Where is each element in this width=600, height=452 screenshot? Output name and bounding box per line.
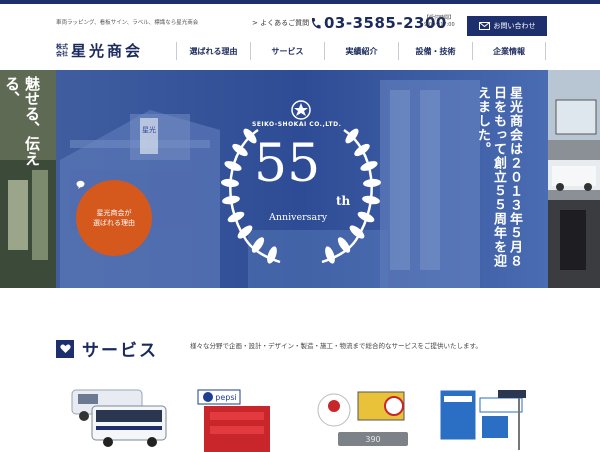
main-nav: 選ばれる理由 サービス 実績紹介 設備・技術 企業情報 bbox=[176, 42, 546, 60]
phone-icon bbox=[311, 17, 321, 28]
anniversary-label: Anniversary bbox=[269, 212, 328, 223]
nav-item-works[interactable]: 実績紹介 bbox=[324, 42, 398, 60]
nav-item-facilities[interactable]: 設備・技術 bbox=[398, 42, 472, 60]
plate-number: 390 bbox=[365, 435, 380, 444]
site-logo[interactable]: 株式会社 星光商会 bbox=[56, 40, 143, 61]
faq-link[interactable]: > よくあるご質問 bbox=[252, 18, 309, 28]
contact-button-label: お問い合わせ bbox=[493, 22, 536, 30]
hero-banner: 星光 魅せる、伝える、 SEIKO-SHOKAI CO.,LTD. 55 th … bbox=[0, 70, 600, 288]
signboard-image[interactable]: pepsi bbox=[197, 389, 270, 452]
service-heart-icon bbox=[56, 339, 74, 358]
logo-company-name: 星光商会 bbox=[71, 42, 144, 60]
contact-button[interactable]: お問い合わせ bbox=[467, 16, 547, 36]
service-description: 様々な分野で企画・設計・デザイン・製造・施工・物流まで総合的なサービスをご提供い… bbox=[190, 342, 482, 350]
nav-item-company[interactable]: 企業情報 bbox=[472, 42, 546, 60]
anniversary-announcement: 星光商会は２０１３年５月８日をもって創立５５周年を迎えました。 bbox=[475, 86, 522, 268]
badge-line-1: 星光商会が bbox=[96, 209, 132, 217]
site-header: 車両ラッピング、看板サイン、ラベル、標識なら星光商会 株式会社 星光商会 > よ… bbox=[0, 4, 600, 70]
anniversary-number: 55 bbox=[254, 134, 321, 194]
service-products-row: pepsi 390 bbox=[71, 389, 526, 452]
anniversary-ordinal: th bbox=[336, 194, 351, 208]
chat-bubble-icon bbox=[76, 180, 85, 189]
hours-label: 【受付時間】 bbox=[424, 15, 455, 21]
pepsi-text: pepsi bbox=[215, 393, 236, 402]
badge-line-2: 選ばれる理由 bbox=[93, 219, 135, 227]
mail-icon bbox=[478, 22, 490, 30]
business-hours: 【受付時間】 9:00～17:00 bbox=[424, 15, 455, 29]
building-sign-text: 星光 bbox=[142, 125, 156, 134]
hero-catch-copy: 魅せる、伝える、 bbox=[3, 76, 41, 166]
seal-company-name: SEIKO-SHOKAI CO.,LTD. bbox=[252, 121, 342, 128]
traffic-signs-image[interactable] bbox=[439, 389, 526, 450]
service-heading: サービス bbox=[56, 336, 158, 361]
nav-item-reasons[interactable]: 選ばれる理由 bbox=[176, 42, 250, 60]
reasons-badge[interactable]: 星光商会が 選ばれる理由 bbox=[76, 180, 152, 256]
vehicle-wrap-image[interactable] bbox=[71, 389, 167, 447]
service-title: サービス bbox=[82, 341, 158, 361]
logo-company-type: 株式会社 bbox=[56, 43, 69, 58]
hours-time: 9:00～17:00 bbox=[424, 22, 455, 28]
nav-item-services[interactable]: サービス bbox=[250, 42, 324, 60]
labels-image[interactable]: 390 bbox=[317, 391, 408, 446]
header-tagline: 車両ラッピング、看板サイン、ラベル、標識なら星光商会 bbox=[56, 20, 199, 26]
